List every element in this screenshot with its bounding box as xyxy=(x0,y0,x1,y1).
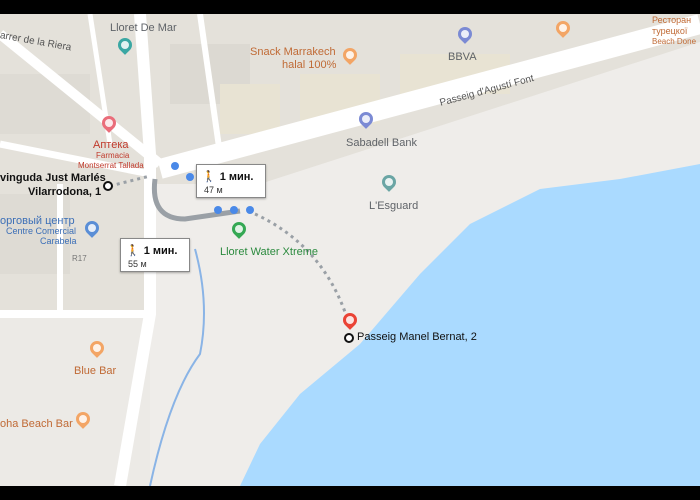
label-snack-line2: halal 100% xyxy=(282,59,337,71)
label-blue-bar: Blue Bar xyxy=(74,365,117,377)
destination-marker xyxy=(344,333,354,343)
callout-top-time: 1 мин. xyxy=(219,171,254,183)
label-restaurant-line1: Ресторан xyxy=(652,15,692,25)
callout-top-distance: 47 м xyxy=(204,185,223,195)
label-pharmacy-line3: Montserrat Tallada xyxy=(78,161,144,170)
label-restaurant-line2: турецкої xyxy=(652,26,688,36)
building-block xyxy=(220,84,280,134)
label-pharmacy-line1: Аптека xyxy=(93,139,129,151)
map-canvas[interactable]: Lloret De Mar arrer de la Riera Snack Ma… xyxy=(0,14,700,486)
label-origin-line2: Vilarrodona, 1 xyxy=(28,186,102,198)
label-bbva: BBVA xyxy=(448,51,477,63)
pedestrian-icon: 🚶 xyxy=(202,171,216,183)
label-esguard: L'Esguard xyxy=(369,200,419,212)
label-lloret-de-mar: Lloret De Mar xyxy=(110,22,177,34)
label-r17: R17 xyxy=(72,254,87,263)
callout-bottom-distance: 55 м xyxy=(128,259,147,269)
label-water-xtreme: Lloret Water Xtreme xyxy=(220,246,319,258)
building-block xyxy=(0,74,90,134)
label-shopping-line3: Carabela xyxy=(40,236,77,246)
callout-bottom-time: 1 мин. xyxy=(143,245,178,257)
route-callout-bottom[interactable]: 🚶 1 мин. 55 м xyxy=(120,238,190,272)
map-base-layer xyxy=(0,14,700,486)
pedestrian-icon: 🚶 xyxy=(126,245,140,257)
label-aloha-beach-bar: oha Beach Bar xyxy=(0,418,73,430)
label-snack-line1: Snack Marrakech xyxy=(250,46,336,58)
label-origin-line1: vinguda Just Marlés xyxy=(0,172,106,184)
label-pharmacy-line2: Farmacia xyxy=(96,151,130,160)
label-restaurant-line3: Beach Done xyxy=(652,37,697,46)
route-callout-top[interactable]: 🚶 1 мин. 47 м xyxy=(196,164,266,198)
label-sabadell: Sabadell Bank xyxy=(346,137,417,149)
label-destination: Passeig Manel Bernat, 2 xyxy=(357,331,477,343)
